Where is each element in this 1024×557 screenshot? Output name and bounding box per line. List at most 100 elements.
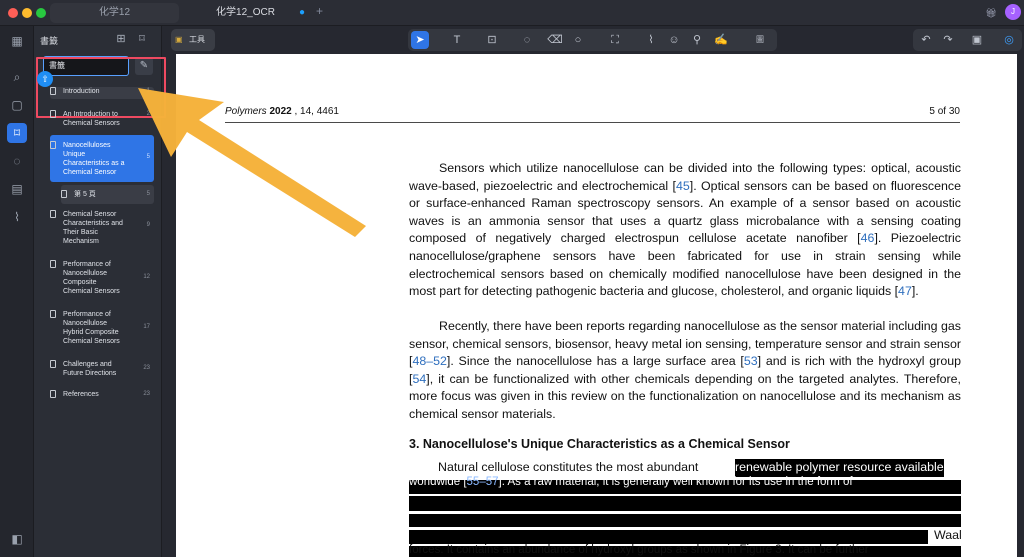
bookmark-label: Chemical Sensor Characteristics and Thei… [63, 211, 123, 245]
tab-chemistry-12[interactable]: 化学12 [50, 3, 179, 23]
grid-view-icon[interactable]: ▦ [7, 31, 27, 51]
tab-chemistry-12-ocr[interactable]: 化学12_OCR ● [182, 3, 309, 23]
comment-icon[interactable]: ◌ [7, 151, 27, 171]
bookmark-page: 23 [143, 391, 150, 397]
left-tool-rail: ▦ ⌕ ▢ ⌑ ◌ ▤ ⌇ ◧ [0, 26, 34, 557]
document-icon[interactable]: ▢ [7, 95, 27, 115]
bookmark-label: An Introduction to Chemical Sensors [63, 111, 120, 127]
search-value: 書籤 [49, 61, 65, 70]
main-toolbar: ▣ 工具 ➤ T ⊡ ◌ ⌫ ○ ⛶ ⌇ ☺ ⚲ ✍ 圖 ↶ ↷ ▣ ◎ [162, 26, 1024, 54]
bookmark-label: Introduction [63, 88, 100, 95]
journal-volume: , 14, 4461 [294, 106, 339, 117]
bookmark-item-references[interactable]: References 23 [50, 390, 154, 401]
bookmarks-sidebar: 書籤 ⊞ ⌑ 書籤 ✎ ⇧ Introduction 1 An Introduc… [34, 26, 166, 557]
journal-name: Polymers [225, 106, 267, 117]
text-tool-icon[interactable]: T [448, 31, 466, 49]
page-number: 5 of 30 [929, 106, 960, 117]
bookmark-item-icon [61, 190, 67, 198]
signature-tool-icon[interactable]: ✍ [712, 31, 730, 49]
bookmark-icon[interactable]: ⌑ [7, 123, 27, 143]
bookmark-item-composite-sensors[interactable]: Performance of Nanocellulose Composite C… [50, 260, 154, 298]
window-titlebar: 化学12 化学12_OCR ● + 🎁︎ J [0, 0, 1024, 26]
textbox-tool-icon[interactable]: ⊡ [483, 31, 501, 49]
pdf-page: Polymers 2022 , 14, 4461 5 of 30 Sensors… [176, 54, 1017, 557]
section-heading: 3. Nanocellulose's Unique Characteristic… [409, 437, 790, 451]
file-icon[interactable]: ▤ [7, 179, 27, 199]
redaction-line [409, 514, 961, 527]
edit-bookmark-button[interactable]: ✎ [135, 57, 153, 75]
paragraph-recently: Recently, there have been reports regard… [409, 318, 961, 424]
comment-tool-icon[interactable]: ◌ [518, 31, 536, 49]
new-tab-icon[interactable]: + [316, 4, 323, 18]
bookmark-label: Performance of Nanocellulose Composite C… [63, 261, 120, 295]
bookmark-item-icon [50, 360, 56, 368]
bookmark-item-nanocellulose-characteristics[interactable]: Nanocelluloses Unique Characteristics as… [50, 135, 154, 182]
sticker-tool-icon[interactable]: ☺ [665, 31, 683, 49]
stamp-button[interactable]: 圖 [748, 31, 772, 49]
paragraph-sensors: Sensors which utilize nanocellulose can … [409, 160, 961, 301]
gift-icon[interactable]: 🎁︎ [984, 6, 998, 20]
crop-tool-icon[interactable]: ⛶ [606, 31, 624, 49]
right-toolbar: ↶ ↷ ▣ ◎ [913, 29, 1022, 51]
text-span: ]. Since the nanocellulose has a large s… [446, 354, 744, 369]
minimize-window-button[interactable] [22, 8, 32, 18]
bookmark-label: References [63, 391, 99, 398]
bookmark-page: 12 [143, 274, 150, 280]
bookmark-label: Challenges and Future Directions [63, 361, 117, 377]
bookmark-item-icon [50, 210, 56, 218]
add-bookmark-icon[interactable]: ⊞ [114, 32, 128, 46]
bookmark-item-introduction[interactable]: Introduction 1 [50, 87, 154, 99]
bookmark-page: 23 [143, 365, 150, 371]
annotation-toolbar: ➤ T ⊡ ◌ ⌫ ○ ⛶ ⌇ ☺ ⚲ ✍ 圖 [408, 29, 777, 51]
undo-icon[interactable]: ↶ [917, 31, 935, 49]
citation-link[interactable]: 53 [744, 354, 758, 368]
bookmark-page: 5 [146, 191, 150, 197]
citation-link[interactable]: 55–57 [467, 476, 499, 488]
ai-assistant-icon[interactable]: ◎ [1000, 31, 1018, 49]
select-tool-icon[interactable]: ➤ [411, 31, 429, 49]
bookmark-page: 9 [146, 222, 150, 228]
citation-link[interactable]: 46 [861, 231, 875, 245]
bookmark-item-challenges[interactable]: Challenges and Future Directions 23 [50, 360, 154, 380]
shape-tool-icon[interactable]: ○ [569, 31, 587, 49]
bookmark-page: 2 [146, 111, 150, 117]
tools-button[interactable]: ▣ 工具 [171, 29, 215, 51]
bookmark-item-icon [50, 141, 56, 149]
bookmark-item-sensor-characteristics[interactable]: Chemical Sensor Characteristics and Thei… [50, 210, 154, 248]
bookmark-menu-icon[interactable]: ⌑ [135, 32, 149, 46]
toolbox-icon: ▣ [175, 35, 183, 44]
save-icon[interactable]: ▣ [968, 31, 986, 49]
attach-tool-icon[interactable]: ⌇ [642, 31, 660, 49]
bookmark-page: 5 [146, 154, 150, 160]
attachment-icon[interactable]: ⌇ [7, 207, 27, 227]
sidebar-toggle-icon[interactable]: ◧ [7, 529, 27, 549]
citation-link[interactable]: 47 [898, 284, 912, 298]
bookmark-label: Performance of Nanocellulose Hybrid Comp… [63, 311, 120, 345]
citation-link[interactable]: 54 [412, 372, 426, 386]
bookmark-item-icon [50, 110, 56, 118]
redacted-line: worldwide [55–57]. As a raw material, it… [409, 474, 961, 492]
header-rule [225, 122, 960, 123]
redo-icon[interactable]: ↷ [939, 31, 957, 49]
text-span: worldwide [ [409, 476, 467, 488]
citation-link[interactable]: 48–52 [412, 354, 446, 368]
bookmark-item-page-5[interactable]: 第 5 頁 5 [61, 185, 154, 204]
search-icon[interactable]: ⌕ [7, 67, 27, 87]
stamp-tool-icon[interactable]: ⚲ [688, 31, 706, 49]
eraser-tool-icon[interactable]: ⌫ [546, 31, 564, 49]
modified-dot-icon: ● [298, 7, 305, 18]
text-span: ]. [911, 284, 919, 299]
bookmark-search-input[interactable]: 書籤 [43, 56, 129, 76]
pin-icon[interactable]: ⇧ [37, 71, 53, 87]
close-window-button[interactable] [8, 8, 18, 18]
bookmark-item-hybrid-composite-sensors[interactable]: Performance of Nanocellulose Hybrid Comp… [50, 310, 154, 348]
zoom-window-button[interactable] [36, 8, 46, 18]
bookmark-page: 17 [143, 324, 150, 330]
tools-label: 工具 [189, 35, 205, 44]
user-avatar[interactable]: J [1005, 4, 1021, 20]
citation-link[interactable]: 45 [676, 179, 690, 193]
bookmark-item-icon [50, 390, 56, 398]
text-span: ]. As a raw material, it is generally we… [498, 476, 853, 488]
bookmark-item-chemical-sensors[interactable]: An Introduction to Chemical Sensors 2 [50, 110, 154, 130]
text-span: ], it can be functionalized with other c… [409, 371, 961, 421]
